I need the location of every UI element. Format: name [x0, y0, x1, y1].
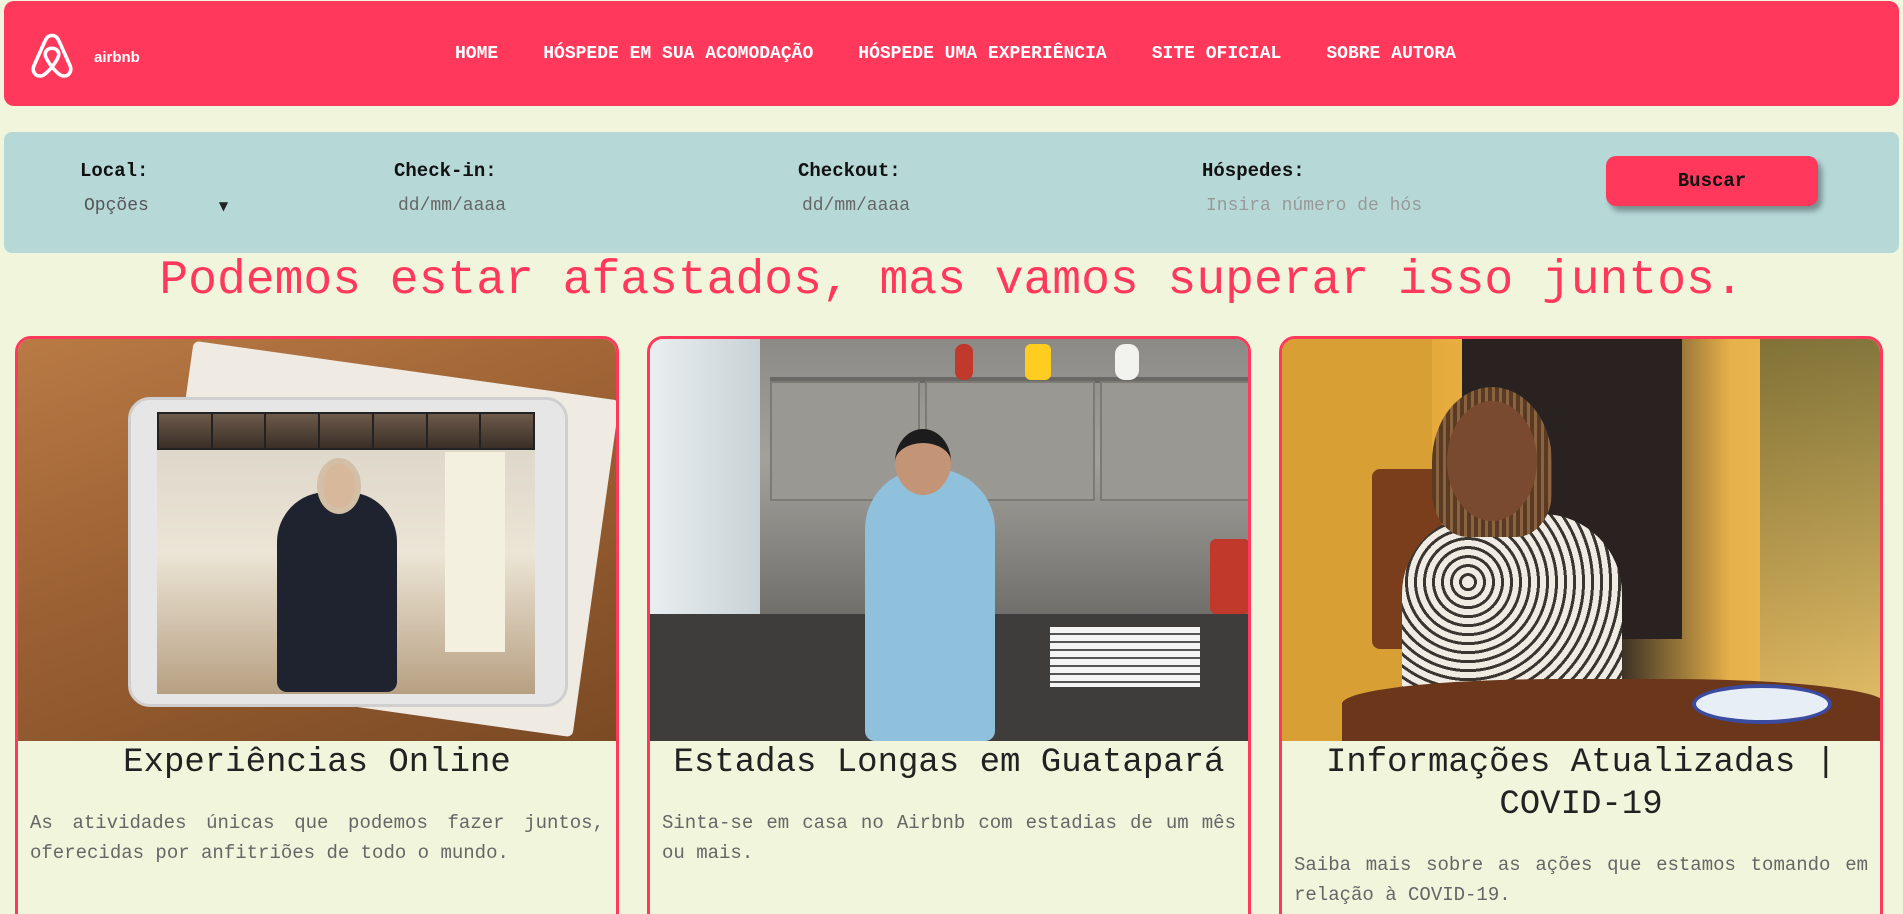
- search-button[interactable]: Buscar: [1606, 156, 1818, 206]
- local-field: Local: Opções ▼: [80, 160, 228, 216]
- guests-input[interactable]: Insira número de hós: [1206, 196, 1422, 216]
- card-title: Informações Atualizadas | COVID-19: [1325, 744, 1837, 824]
- checkin-field: Check-in: dd/mm/aaaa: [394, 160, 506, 216]
- card-image: [1282, 339, 1880, 741]
- card-title: Experiências Online: [123, 744, 511, 782]
- nav-official-site[interactable]: SITE OFICIAL: [1152, 44, 1282, 64]
- caret-down-icon: ▼: [218, 199, 229, 213]
- local-select[interactable]: Opções ▼: [84, 196, 228, 216]
- tagline: Podemos estar afastados, mas vamos super…: [159, 254, 1744, 308]
- checkout-label: Checkout:: [798, 160, 901, 182]
- nav-about-author[interactable]: SOBRE AUTORA: [1326, 44, 1456, 64]
- main-nav: HOME HÓSPEDE EM SUA ACOMODAÇÃO HÓSPEDE U…: [455, 1, 1501, 106]
- nav-host-experience[interactable]: HÓSPEDE UMA EXPERIÊNCIA: [858, 44, 1106, 64]
- logo-text: airbnb: [94, 48, 140, 66]
- checkout-field: Checkout: dd/mm/aaaa: [798, 160, 910, 216]
- local-label: Local:: [80, 160, 149, 182]
- checkin-input[interactable]: dd/mm/aaaa: [398, 196, 506, 216]
- nav-host-accommodation[interactable]: HÓSPEDE EM SUA ACOMODAÇÃO: [543, 44, 813, 64]
- nav-home[interactable]: HOME: [455, 44, 498, 64]
- card-image: [18, 339, 616, 741]
- local-select-value: Opções: [84, 196, 149, 216]
- card-image: [650, 339, 1248, 741]
- card-covid-info[interactable]: Informações Atualizadas | COVID-19 Saiba…: [1279, 336, 1883, 914]
- guests-label: Hóspedes:: [1202, 160, 1305, 182]
- card-online-experiences[interactable]: Experiências Online As atividades únicas…: [15, 336, 619, 914]
- logo[interactable]: airbnb: [28, 29, 140, 81]
- card-description: Sinta-se em casa no Airbnb com estadias …: [662, 812, 1236, 864]
- airbnb-logo-icon: [31, 33, 73, 78]
- card-long-stays[interactable]: Estadas Longas em Guatapará Sinta-se em …: [647, 336, 1251, 914]
- card-description: As atividades únicas que podemos fazer j…: [30, 812, 604, 864]
- site-header: airbnb HOME HÓSPEDE EM SUA ACOMODAÇÃO HÓ…: [4, 1, 1899, 106]
- card-title: Estadas Longas em Guatapará: [673, 744, 1225, 782]
- card-description: Saiba mais sobre as ações que estamos to…: [1294, 854, 1868, 906]
- checkout-input[interactable]: dd/mm/aaaa: [802, 196, 910, 216]
- guests-field: Hóspedes: Insira número de hós: [1202, 160, 1422, 216]
- checkin-label: Check-in:: [394, 160, 497, 182]
